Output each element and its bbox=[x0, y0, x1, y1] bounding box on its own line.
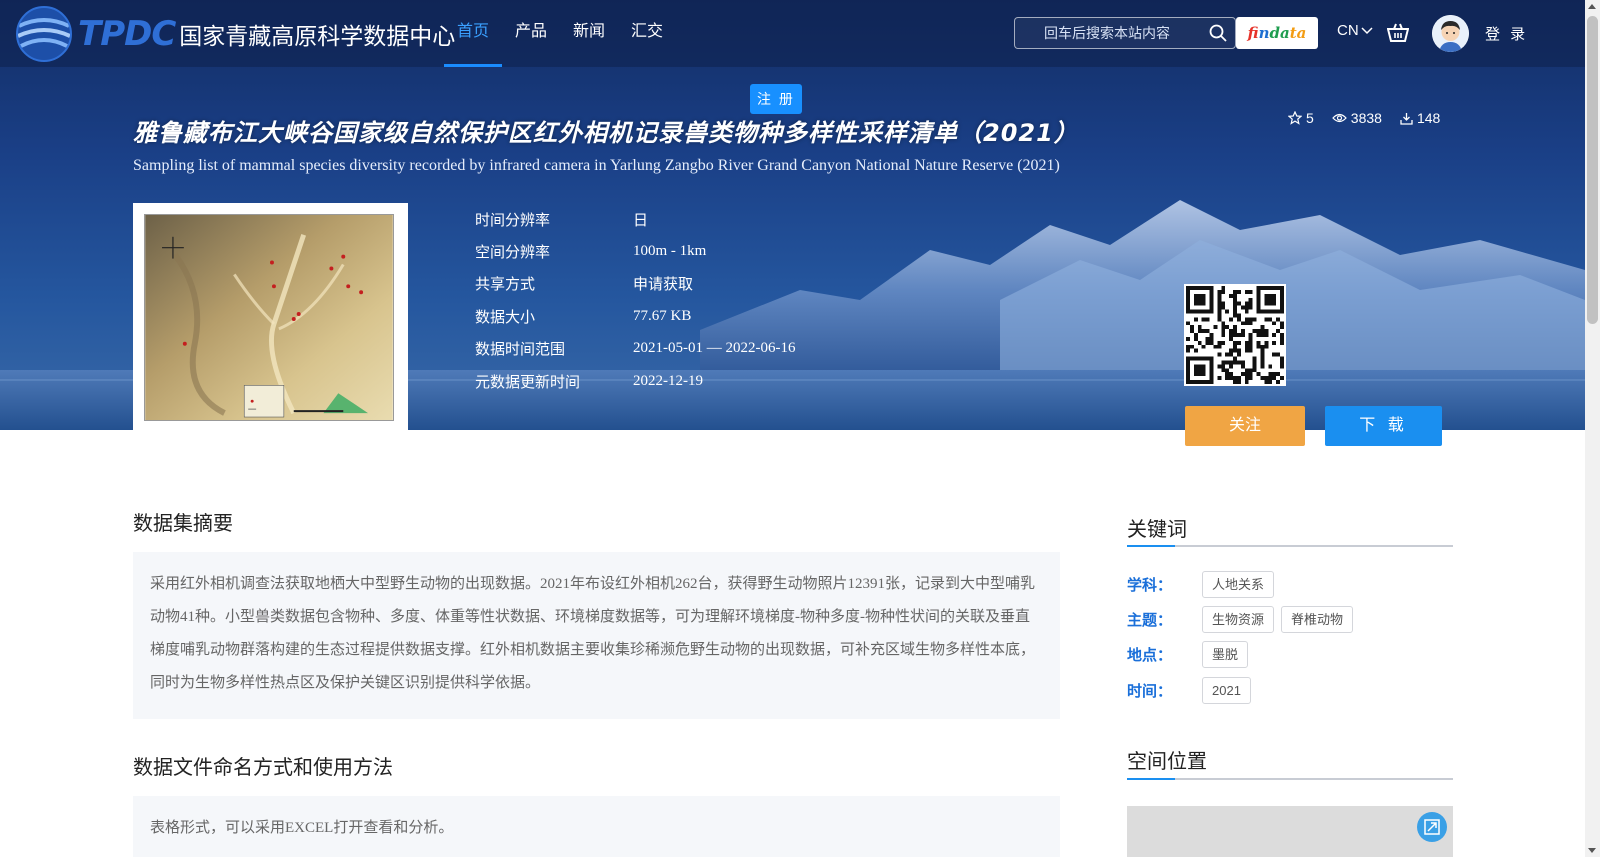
downloads-stat: 148 bbox=[1400, 110, 1440, 126]
meta-value: 2022-12-19 bbox=[633, 372, 703, 389]
follow-button[interactable]: 关注 bbox=[1185, 406, 1305, 446]
cart-icon[interactable] bbox=[1387, 23, 1409, 43]
nav-products[interactable]: 产品 bbox=[502, 0, 560, 67]
scroll-up-arrow[interactable] bbox=[1588, 4, 1596, 9]
keyword-row-time: 时间： 2021 bbox=[1127, 677, 1258, 704]
meta-value: 77.67 KB bbox=[633, 307, 692, 324]
dataset-thumbnail[interactable] bbox=[133, 203, 408, 431]
search-input[interactable] bbox=[1015, 18, 1195, 48]
meta-value: 2021-05-01 — 2022-06-16 bbox=[633, 340, 796, 357]
main-nav: 首页 产品 新闻 汇交 bbox=[444, 0, 676, 67]
keyword-row-discipline: 学科： 人地关系 bbox=[1127, 571, 1281, 598]
views-count: 3838 bbox=[1350, 110, 1382, 126]
qr-code bbox=[1184, 284, 1286, 386]
findata-link[interactable]: findata bbox=[1236, 17, 1318, 49]
location-divider bbox=[1127, 778, 1453, 780]
nav-news[interactable]: 新闻 bbox=[560, 0, 618, 67]
login-link[interactable]: 登 录 bbox=[1485, 23, 1528, 44]
page-scrollbar[interactable] bbox=[1585, 0, 1600, 857]
nav-submit[interactable]: 汇交 bbox=[618, 0, 676, 67]
naming-text: 表格形式，可以采用EXCEL打开查看和分析。 bbox=[150, 820, 454, 836]
meta-row: 共享方式 申请获取 bbox=[475, 268, 795, 300]
keyword-row-theme: 主题： 生物资源 脊椎动物 bbox=[1127, 606, 1360, 633]
register-button[interactable]: 注 册 bbox=[750, 84, 802, 114]
star-icon bbox=[1288, 111, 1302, 125]
meta-row: 元数据更新时间 2022-12-19 bbox=[475, 365, 795, 397]
location-map[interactable] bbox=[1127, 806, 1453, 857]
keyword-label: 主题： bbox=[1127, 612, 1173, 629]
download-icon bbox=[1400, 112, 1413, 125]
language-label: CN bbox=[1337, 22, 1359, 39]
meta-row: 数据时间范围 2021-05-01 — 2022-06-16 bbox=[475, 333, 795, 365]
findata-part-2: in bbox=[1258, 24, 1270, 42]
keyword-row-place: 地点： 墨脱 bbox=[1127, 641, 1255, 668]
stars-stat[interactable]: 5 bbox=[1288, 110, 1314, 126]
meta-row: 数据大小 77.67 KB bbox=[475, 300, 795, 332]
naming-box: 表格形式，可以采用EXCEL打开查看和分析。 bbox=[133, 796, 1060, 857]
meta-label: 时间分辨率 bbox=[475, 211, 551, 229]
search-icon[interactable] bbox=[1209, 24, 1227, 42]
map-expand-button[interactable] bbox=[1417, 812, 1447, 842]
meta-label: 空间分辨率 bbox=[475, 244, 551, 262]
dataset-title-en: Sampling list of mammal species diversit… bbox=[133, 157, 1060, 174]
search-box bbox=[1014, 17, 1236, 49]
eye-icon bbox=[1331, 113, 1347, 123]
meta-value: 100m - 1km bbox=[633, 243, 707, 260]
meta-label: 数据时间范围 bbox=[475, 341, 566, 359]
chevron-down-icon bbox=[1361, 26, 1373, 34]
keyword-tag[interactable]: 2021 bbox=[1202, 677, 1251, 704]
keyword-label: 时间： bbox=[1127, 683, 1173, 700]
expand-icon bbox=[1424, 819, 1440, 835]
location-title: 空间位置 bbox=[1127, 751, 1207, 773]
meta-row: 空间分辨率 100m - 1km bbox=[475, 235, 795, 267]
meta-label: 元数据更新时间 bbox=[475, 373, 581, 391]
keyword-tag[interactable]: 人地关系 bbox=[1202, 571, 1275, 598]
scroll-thumb[interactable] bbox=[1587, 16, 1598, 324]
keywords-divider bbox=[1127, 545, 1453, 547]
globe-logo-icon bbox=[16, 6, 72, 62]
naming-title: 数据文件命名方式和使用方法 bbox=[133, 757, 393, 779]
keyword-tag[interactable]: 墨脱 bbox=[1202, 641, 1249, 668]
user-avatar[interactable] bbox=[1432, 15, 1469, 52]
nav-home[interactable]: 首页 bbox=[444, 0, 503, 67]
meta-value: 申请获取 bbox=[633, 277, 694, 294]
abstract-box: 采用红外相机调查法获取地栖大中型野生动物的出现数据。2021年布设红外相机262… bbox=[133, 552, 1060, 719]
stars-count: 5 bbox=[1306, 110, 1314, 126]
keyword-label: 学科： bbox=[1127, 577, 1173, 594]
logo-tpdc-text: TPDC bbox=[78, 14, 176, 54]
findata-part-4: ta bbox=[1289, 24, 1307, 42]
top-navbar: TPDC 国家青藏高原科学数据中心 首页 产品 新闻 汇交 findata CN bbox=[0, 0, 1585, 67]
downloads-count: 148 bbox=[1416, 110, 1441, 126]
keyword-label: 地点： bbox=[1127, 647, 1173, 664]
keywords-title: 关键词 bbox=[1127, 519, 1187, 541]
scroll-down-arrow[interactable] bbox=[1588, 848, 1596, 853]
meta-label: 数据大小 bbox=[475, 308, 536, 326]
abstract-title: 数据集摘要 bbox=[133, 513, 233, 535]
dataset-stats: 5 3838 148 bbox=[1288, 110, 1440, 126]
qr-code-icon bbox=[1186, 286, 1284, 384]
avatar-icon bbox=[1432, 15, 1469, 52]
findata-part-1: f bbox=[1247, 24, 1259, 42]
logo-chinese-name: 国家青藏高原科学数据中心 bbox=[179, 24, 456, 50]
abstract-text: 采用红外相机调查法获取地栖大中型野生动物的出现数据。2021年布设红外相机262… bbox=[150, 576, 1036, 691]
views-stat: 3838 bbox=[1331, 110, 1382, 126]
dataset-meta: 时间分辨率 日 空间分辨率 100m - 1km 共享方式 申请获取 数据大小 … bbox=[475, 203, 795, 397]
map-thumbnail-image bbox=[144, 214, 394, 421]
keyword-tag[interactable]: 生物资源 bbox=[1202, 606, 1275, 633]
site-logo[interactable]: TPDC 国家青藏高原科学数据中心 bbox=[14, 4, 455, 64]
download-button[interactable]: 下 载 bbox=[1325, 406, 1442, 446]
meta-label: 共享方式 bbox=[475, 276, 536, 294]
keyword-tag[interactable]: 脊椎动物 bbox=[1281, 606, 1354, 633]
findata-part-3: da bbox=[1269, 24, 1290, 42]
dataset-title-cn: 雅鲁藏布江大峡谷国家级自然保护区红外相机记录兽类物种多样性采样清单（2021） bbox=[133, 119, 1079, 147]
meta-value: 日 bbox=[633, 212, 649, 229]
meta-row: 时间分辨率 日 bbox=[475, 203, 795, 235]
language-selector[interactable]: CN bbox=[1337, 22, 1373, 39]
